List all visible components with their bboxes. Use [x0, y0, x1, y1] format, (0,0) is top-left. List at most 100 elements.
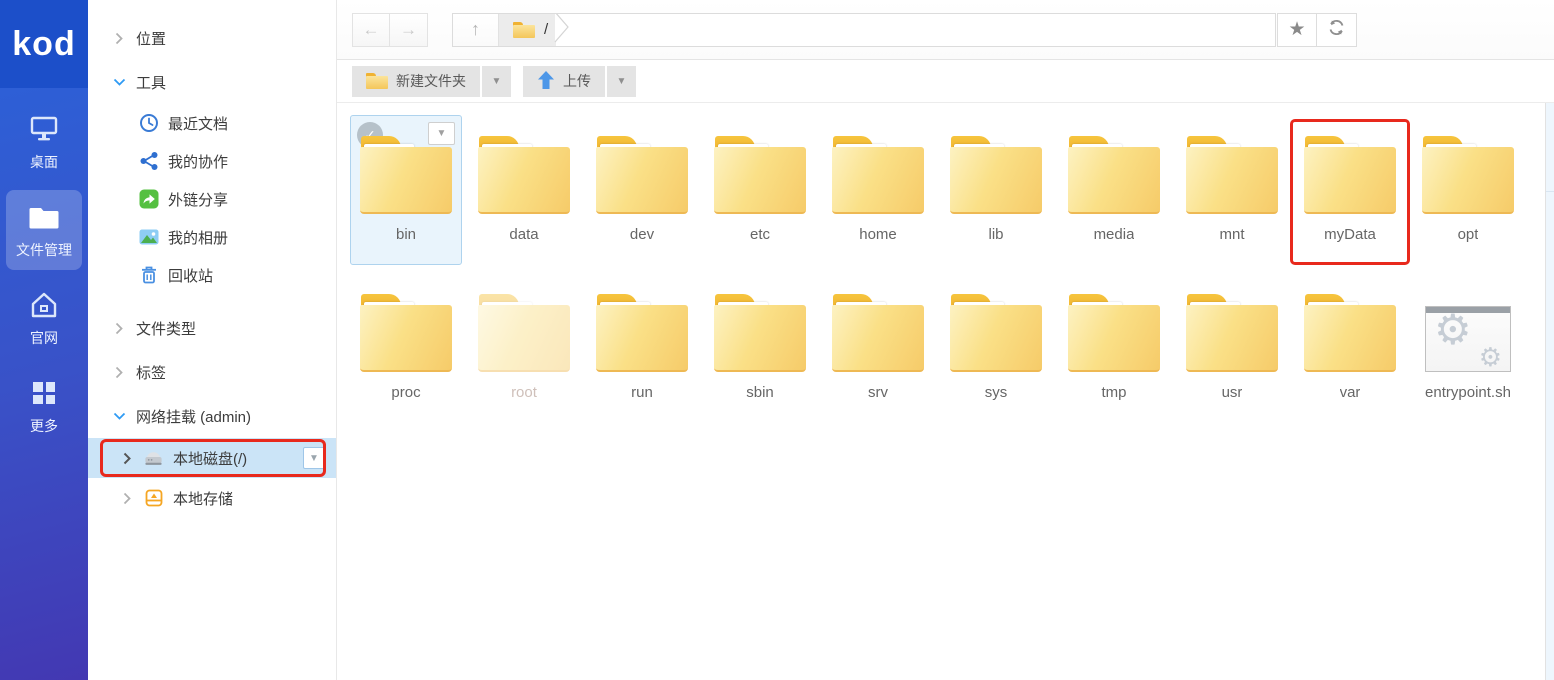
kodexplorer-app: kod 桌面 文件管理 官网: [0, 0, 1554, 680]
tree-section-tags[interactable]: 标签: [88, 350, 336, 394]
up-directory-button[interactable]: ↑: [453, 14, 499, 46]
file-name: entrypoint.sh: [1425, 384, 1511, 401]
file-tile-bin[interactable]: ✓ ▼ bin: [350, 115, 462, 265]
tree-item-label: 我的相册: [168, 227, 228, 248]
file-name: usr: [1222, 384, 1243, 401]
favorite-button[interactable]: ★: [1277, 13, 1317, 47]
breadcrumb-path: /: [544, 21, 548, 38]
file-name: tmp: [1101, 384, 1126, 401]
breadcrumb-root[interactable]: /: [499, 14, 556, 46]
local-storage-icon: [143, 488, 164, 509]
rail-item-file-manager[interactable]: 文件管理: [6, 190, 82, 270]
tree-item-dropdown-button[interactable]: ▼: [303, 447, 325, 469]
right-panel-collapsed-strip[interactable]: [1545, 103, 1554, 680]
folder-icon: [950, 116, 1042, 218]
chevron-right-icon: [112, 322, 126, 335]
folder-icon: [714, 116, 806, 218]
file-tile-dev[interactable]: dev: [586, 115, 698, 265]
file-tile-media[interactable]: media: [1058, 115, 1170, 265]
tree-section-tools[interactable]: 工具: [88, 60, 336, 104]
tree-item-recent-docs[interactable]: 最近文档: [88, 104, 336, 142]
caret-down-icon: ▼: [492, 76, 502, 87]
tree-item-recycle-bin[interactable]: 回收站: [88, 256, 336, 294]
chevron-right-icon: [120, 492, 134, 505]
arrow-right-icon: →: [400, 20, 417, 40]
file-tile-tmp[interactable]: tmp: [1058, 273, 1170, 423]
file-tile-opt[interactable]: opt: [1412, 115, 1524, 265]
file-tile-mydata[interactable]: myData: [1294, 115, 1406, 265]
shell-script-icon: ⚙⚙: [1425, 274, 1511, 376]
tree-item-label: 回收站: [168, 265, 213, 286]
file-tile-mnt[interactable]: mnt: [1176, 115, 1288, 265]
gear-icon: ⚙: [1434, 309, 1472, 351]
new-folder-label: 新建文件夹: [396, 71, 466, 91]
tree-item-label: 外链分享: [168, 189, 228, 210]
refresh-button[interactable]: [1317, 13, 1357, 47]
folder-icon: [1304, 116, 1396, 218]
folder-icon: [1068, 274, 1160, 376]
file-tile-proc[interactable]: proc: [350, 273, 462, 423]
folder-icon: [596, 274, 688, 376]
tree-section-label: 工具: [136, 72, 166, 93]
navigation-toolbar: ← → ↑ / ★: [337, 0, 1554, 60]
new-folder-dropdown-button[interactable]: ▼: [482, 66, 511, 97]
tree-section-file-types[interactable]: 文件类型: [88, 306, 336, 350]
tree-section-network-mounts[interactable]: 网络挂载 (admin): [88, 394, 336, 438]
file-tile-entrypoint-sh[interactable]: ⚙⚙ entrypoint.sh: [1412, 273, 1524, 423]
tree-section-locations[interactable]: 位置: [88, 16, 336, 60]
upload-dropdown-button[interactable]: ▼: [607, 66, 636, 97]
upload-button[interactable]: 上传: [523, 66, 605, 97]
tree-item-label: 我的协作: [168, 151, 228, 172]
chevron-down-icon: [112, 412, 126, 420]
breadcrumb-chevron-icon: [554, 13, 570, 47]
file-tile-home[interactable]: home: [822, 115, 934, 265]
file-tile-run[interactable]: run: [586, 273, 698, 423]
folder-icon: [950, 274, 1042, 376]
file-name: mnt: [1219, 226, 1244, 243]
chevron-right-icon: [112, 32, 126, 45]
file-tile-data[interactable]: data: [468, 115, 580, 265]
file-name: opt: [1458, 226, 1479, 243]
tree-item-my-collaboration[interactable]: 我的协作: [88, 142, 336, 180]
tree-section-label: 网络挂载 (admin): [136, 406, 251, 427]
tree-item-my-albums[interactable]: 我的相册: [88, 218, 336, 256]
file-tile-var[interactable]: var: [1294, 273, 1406, 423]
photo-icon: [138, 227, 159, 248]
tree-panel: 位置 工具 最近文档 我的协作 外链分享: [88, 0, 337, 680]
upload-label: 上传: [563, 71, 591, 91]
grid-icon: [28, 378, 60, 408]
rail-item-desktop[interactable]: 桌面: [6, 102, 82, 182]
caret-down-icon: ▼: [617, 76, 627, 87]
rail-nav: 桌面 文件管理 官网 更多: [0, 102, 88, 454]
tree-item-local-disk[interactable]: 本地磁盘(/) ▼: [88, 438, 336, 478]
file-tile-lib[interactable]: lib: [940, 115, 1052, 265]
back-button[interactable]: ←: [352, 13, 390, 47]
breadcrumb-bar: ↑ /: [452, 13, 1276, 47]
file-name: media: [1094, 226, 1135, 243]
folder-icon: [714, 274, 806, 376]
file-tile-root[interactable]: root: [468, 273, 580, 423]
new-folder-button[interactable]: 新建文件夹: [352, 66, 480, 97]
tree-item-external-share[interactable]: 外链分享: [88, 180, 336, 218]
file-tile-usr[interactable]: usr: [1176, 273, 1288, 423]
rail-item-website[interactable]: 官网: [6, 278, 82, 358]
tree-item-local-storage[interactable]: 本地存储: [88, 478, 336, 518]
main-area: ← → ↑ / ★: [337, 0, 1554, 680]
hard-disk-icon: [143, 448, 164, 469]
folder-icon: [1304, 274, 1396, 376]
share-icon: [138, 151, 159, 172]
file-tile-srv[interactable]: srv: [822, 273, 934, 423]
new-folder-splitbutton: 新建文件夹 ▼: [352, 66, 511, 97]
tree-section-label: 文件类型: [136, 318, 196, 339]
file-grid-area: ✓ ▼ bin data dev etc: [337, 103, 1554, 680]
file-tile-etc[interactable]: etc: [704, 115, 816, 265]
refresh-icon: [1327, 18, 1346, 42]
file-grid: ✓ ▼ bin data dev etc: [347, 115, 1543, 431]
history-buttons: ← →: [352, 13, 428, 47]
forward-button[interactable]: →: [390, 13, 428, 47]
file-tile-sys[interactable]: sys: [940, 273, 1052, 423]
file-tile-sbin[interactable]: sbin: [704, 273, 816, 423]
rail-item-more[interactable]: 更多: [6, 366, 82, 446]
file-name: lib: [988, 226, 1003, 243]
upload-arrow-icon: [537, 70, 555, 93]
